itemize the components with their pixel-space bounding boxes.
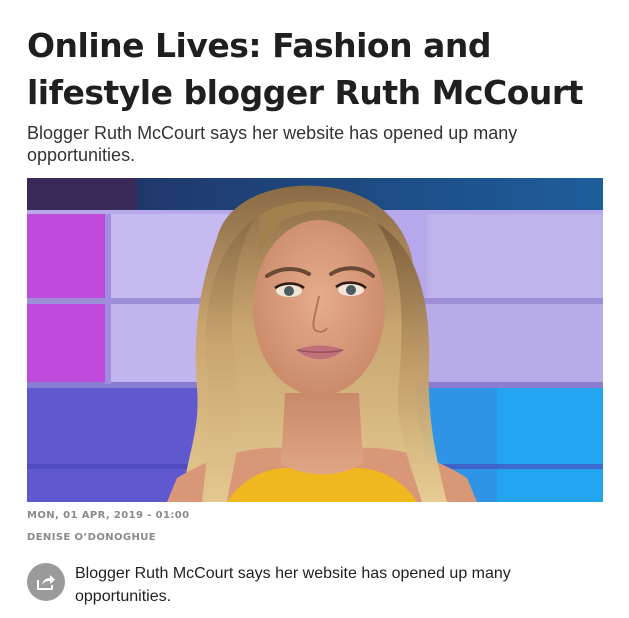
article-date: MON, 01 APR, 2019 - 01:00 bbox=[27, 510, 190, 521]
share-icon bbox=[37, 575, 55, 590]
hero-image bbox=[27, 178, 603, 502]
article-standfirst: Blogger Ruth McCourt says her website ha… bbox=[27, 123, 518, 165]
hero-photo bbox=[27, 178, 603, 502]
share-button[interactable] bbox=[27, 563, 65, 601]
article: Online Lives: Fashion and lifestyle blog… bbox=[0, 0, 629, 618]
article-author[interactable]: DENISE O’DONOGHUE bbox=[27, 532, 156, 543]
article-headline: Online Lives: Fashion and lifestyle blog… bbox=[27, 26, 583, 112]
image-caption: Blogger Ruth McCourt says her website ha… bbox=[75, 565, 511, 605]
